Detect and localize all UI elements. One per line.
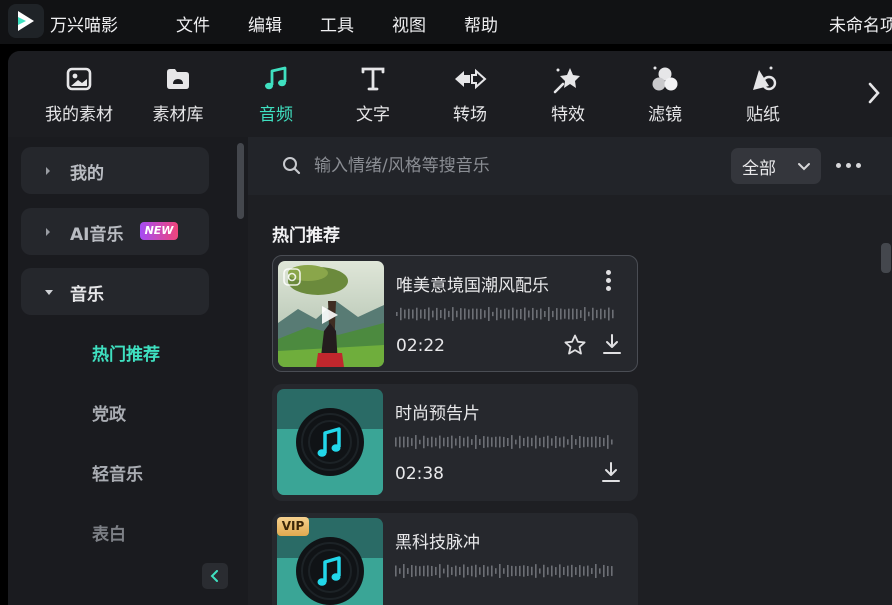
tab-stock-library[interactable]: 素材库 [136, 65, 220, 127]
tab-filters[interactable]: 滤镜 [623, 65, 707, 127]
tab-label: 我的素材 [45, 105, 113, 125]
sidebar-item-light-music[interactable]: 轻音乐 [92, 460, 143, 485]
music-note-icon [262, 65, 290, 97]
track-duration: 02:38 [395, 464, 444, 484]
sidebar-category-label: 音乐 [70, 285, 104, 305]
favorite-star-icon[interactable] [563, 333, 587, 361]
tab-audio[interactable]: 音频 [234, 65, 318, 127]
tab-label: 特效 [551, 105, 585, 125]
effects-icon [552, 64, 584, 98]
sidebar-category-music[interactable]: 音乐 [21, 268, 209, 315]
search-input[interactable] [314, 151, 714, 181]
tab-label: 贴纸 [746, 105, 780, 125]
stickers-icon [748, 64, 778, 98]
tab-stickers[interactable]: 贴纸 [721, 65, 805, 127]
download-icon[interactable] [601, 333, 623, 361]
my-media-icon [65, 66, 93, 96]
tab-transitions[interactable]: 转场 [428, 65, 512, 127]
tab-label: 素材库 [152, 105, 204, 125]
media-panel: 我的素材 素材库 音频 文字 转场 特效 滤镜 贴纸 我的 AI音乐 NEW 音… [8, 51, 892, 605]
sidebar-scrollbar[interactable] [237, 143, 244, 219]
menu-tools[interactable]: 工具 [320, 11, 354, 36]
track-thumbnail [278, 261, 384, 367]
section-title: 热门推荐 [272, 226, 340, 246]
menu-file[interactable]: 文件 [176, 11, 210, 36]
track-duration: 02:22 [396, 336, 445, 356]
app-name: 万兴喵影 [50, 16, 118, 36]
stock-library-icon [164, 66, 192, 96]
text-icon [359, 65, 387, 97]
search-icon [282, 156, 302, 180]
waveform [396, 305, 616, 327]
caret-right-icon [43, 224, 53, 238]
track-card[interactable]: VIP 黑科技脉冲 [272, 513, 638, 605]
tab-label: 滤镜 [648, 105, 682, 125]
waveform [395, 562, 615, 584]
tab-my-media[interactable]: 我的素材 [37, 65, 121, 127]
caret-right-icon [43, 163, 53, 177]
filter-dropdown[interactable]: 全部 [731, 148, 821, 184]
tab-label: 音频 [259, 105, 293, 125]
app-logo-icon[interactable] [8, 4, 44, 38]
content-scrollbar[interactable] [881, 243, 891, 273]
new-badge: NEW [140, 222, 178, 240]
transition-icon [453, 65, 487, 97]
music-content: 全部 热门推荐 [248, 137, 892, 605]
chevron-right-icon [864, 82, 884, 112]
menu-view[interactable]: 视图 [392, 11, 426, 36]
track-card[interactable]: 唯美意境国潮风配乐 02:22 [272, 255, 638, 372]
tab-label: 转场 [453, 105, 487, 125]
more-options-button[interactable] [834, 156, 864, 176]
download-icon[interactable] [600, 461, 622, 489]
collapse-sidebar-button[interactable] [202, 563, 228, 589]
tab-effects[interactable]: 特效 [526, 65, 610, 127]
media-tabs: 我的素材 素材库 音频 文字 转场 特效 滤镜 贴纸 [8, 51, 892, 137]
track-thumbnail [277, 389, 383, 495]
track-title: 黑科技脉冲 [395, 533, 480, 553]
document-title: 未命名项目 [829, 16, 892, 36]
caret-down-icon [43, 284, 53, 298]
tabs-next-button[interactable] [864, 78, 884, 108]
sidebar-category-label: 我的 [70, 164, 104, 184]
tab-text[interactable]: 文字 [331, 65, 415, 127]
track-title: 唯美意境国潮风配乐 [396, 276, 549, 296]
waveform [395, 433, 615, 455]
tab-label: 文字 [356, 105, 390, 125]
category-sidebar: 我的 AI音乐 NEW 音乐 热门推荐 党政 轻音乐 表白 [8, 137, 248, 605]
search-bar: 全部 [248, 137, 892, 195]
menu-edit[interactable]: 编辑 [248, 11, 282, 36]
filters-icon [650, 64, 680, 98]
sidebar-item-party[interactable]: 党政 [92, 400, 126, 425]
track-title: 时尚预告片 [395, 404, 480, 424]
sidebar-category-label: AI音乐 [70, 225, 124, 245]
sidebar-category-mine[interactable]: 我的 [21, 147, 209, 194]
menu-bar: 万兴喵影 文件 编辑 工具 视图 帮助 未命名项目 [0, 0, 892, 44]
vip-badge: VIP [277, 517, 309, 536]
filter-value: 全部 [742, 159, 776, 179]
track-menu-button[interactable] [606, 269, 612, 293]
menu-help[interactable]: 帮助 [464, 11, 498, 36]
track-card[interactable]: 时尚预告片 02:38 [272, 384, 638, 501]
sidebar-category-ai-music[interactable]: AI音乐 NEW [21, 208, 209, 255]
sidebar-item-hot[interactable]: 热门推荐 [92, 340, 160, 365]
sidebar-item-confession[interactable]: 表白 [92, 520, 126, 545]
